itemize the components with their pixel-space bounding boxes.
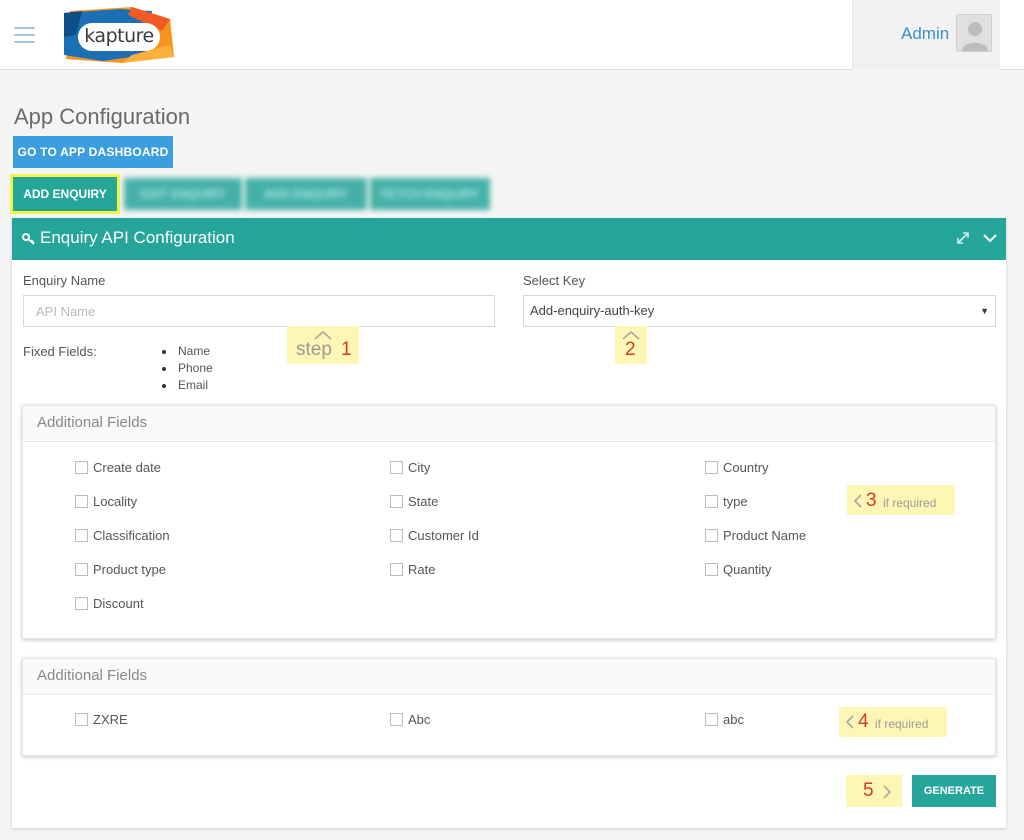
enquiry-name-label: Enquiry Name bbox=[23, 273, 106, 288]
fixed-fields-label: Fixed Fields: bbox=[23, 344, 97, 359]
step-number: 2 bbox=[625, 339, 636, 360]
tab-blurred-1[interactable]: EDIT ENQUIRY bbox=[124, 178, 242, 210]
fixed-fields-list: Name Phone Email bbox=[162, 343, 213, 394]
select-key-value: Add-enquiry-auth-key bbox=[530, 303, 655, 318]
caret-left-icon bbox=[845, 715, 854, 729]
list-item: Name bbox=[162, 343, 213, 360]
user-menu[interactable]: Admin bbox=[852, 0, 1000, 70]
step-number: 3 bbox=[866, 490, 877, 511]
card-title: Additional Fields bbox=[23, 659, 995, 695]
list-item: Phone bbox=[162, 360, 213, 377]
card-title: Additional Fields bbox=[23, 406, 995, 442]
if-required-note: if required bbox=[875, 717, 929, 731]
list-item: Email bbox=[162, 377, 213, 394]
additional-fields-card-1: Additional Fields Create date City Count… bbox=[22, 405, 996, 639]
logo-text: kapture bbox=[78, 23, 160, 51]
step-word: step bbox=[296, 339, 332, 360]
additional-fields-card-2: Additional Fields ZXRE Abc abc 4 if requ… bbox=[22, 658, 996, 756]
step-2-callout: 2 bbox=[615, 326, 647, 364]
step-number: 5 bbox=[863, 780, 874, 801]
page-title: App Configuration bbox=[14, 104, 191, 129]
step-5-callout: 5 bbox=[846, 775, 902, 807]
caret-down-icon: ▼ bbox=[980, 306, 989, 316]
select-key-dropdown[interactable]: Add-enquiry-auth-key ▼ bbox=[523, 295, 996, 327]
tab-blurred-3[interactable]: FETCH ENQUIRY bbox=[370, 178, 490, 210]
panel-title: Enquiry API Configuration bbox=[40, 228, 235, 247]
step-3-callout: 3 if required bbox=[847, 485, 955, 515]
chevron-down-icon[interactable] bbox=[982, 231, 998, 245]
tab-add-enquiry[interactable]: ADD ENQUIRY bbox=[10, 174, 120, 214]
caret-left-icon bbox=[853, 494, 862, 508]
step-number: 1 bbox=[341, 339, 352, 360]
top-header: kapture Admin bbox=[0, 0, 1024, 70]
avatar-icon[interactable] bbox=[956, 14, 992, 52]
generate-button[interactable]: GENERATE bbox=[912, 775, 996, 807]
step-4-callout: 4 if required bbox=[839, 707, 947, 737]
tab-blurred-2[interactable]: ADD ENQUIRY bbox=[245, 178, 367, 210]
user-name[interactable]: Admin bbox=[901, 24, 949, 44]
caret-right-icon bbox=[883, 785, 892, 799]
if-required-note: if required bbox=[883, 496, 937, 510]
expand-icon[interactable] bbox=[956, 231, 970, 245]
go-to-app-dashboard-button[interactable]: GO TO APP DASHBOARD bbox=[13, 136, 173, 168]
select-key-label: Select Key bbox=[523, 273, 586, 288]
step-1-callout: step 1 bbox=[287, 326, 359, 364]
key-icon bbox=[22, 233, 35, 245]
enquiry-name-input[interactable] bbox=[23, 295, 495, 327]
step-number: 4 bbox=[858, 711, 869, 732]
panel-header: Enquiry API Configuration bbox=[12, 218, 1006, 260]
kapture-logo[interactable]: kapture bbox=[62, 5, 176, 65]
enquiry-api-configuration-panel: Enquiry API Configuration Enquiry Name S… bbox=[12, 218, 1006, 828]
menu-icon[interactable] bbox=[14, 27, 35, 43]
